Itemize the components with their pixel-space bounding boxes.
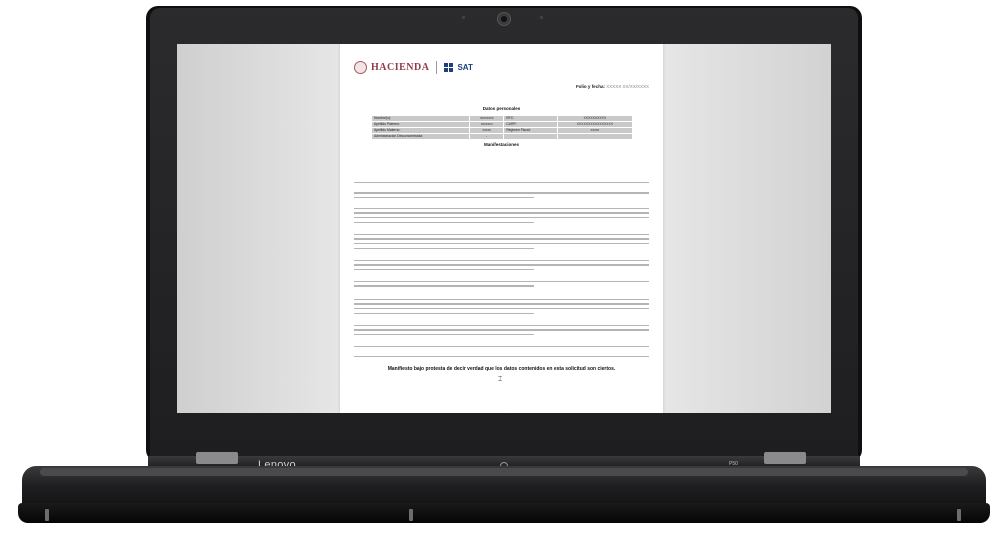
body-text-line (354, 233, 649, 236)
folio-date-label: Folio y fecha: (575, 84, 605, 89)
body-text-line (354, 238, 649, 240)
table-cell (556, 133, 634, 140)
body-text-line (354, 269, 534, 271)
sat-logo-text: SAT (457, 62, 473, 72)
text-cursor-icon: ⌶ (498, 376, 503, 383)
body-text-line (354, 212, 649, 214)
personal-data-table: Nombre(s): xxxxxxxx RFC: XXXXXXXXXX Apel… (370, 115, 634, 140)
body-text-line (354, 312, 534, 314)
laptop-foot (45, 509, 49, 521)
document-page[interactable]: HACIENDA SAT Folio y fecha: XXXXX XX/XX/… (340, 44, 663, 413)
folio-date: Folio y fecha: XXXXX XX/XX/XXXX (576, 84, 649, 89)
table-cell: - (469, 133, 505, 140)
personal-data-title: Datos personales (482, 106, 521, 111)
microphone-dot (462, 16, 465, 19)
body-text-line (354, 259, 649, 262)
body-text-line (354, 308, 649, 310)
body-text-line (354, 298, 649, 301)
logo-divider (436, 60, 438, 74)
government-seal-icon (354, 60, 367, 74)
body-text-line (354, 196, 534, 199)
body-text-line (354, 303, 649, 305)
body-text-line (354, 356, 649, 358)
viewer-background-left (177, 44, 340, 413)
laptop-screen: HACIENDA SAT Folio y fecha: XXXXX XX/XX/… (177, 44, 831, 413)
body-text-line (354, 217, 649, 219)
document-header-logos: HACIENDA SAT (354, 59, 473, 75)
webcam-icon (497, 12, 511, 26)
hinge-cover-right (764, 452, 806, 464)
sat-logo-icon (444, 62, 454, 72)
body-text-line (354, 285, 534, 287)
laptop-base-top-edge (40, 468, 968, 476)
laptop-foot (957, 509, 961, 521)
manifestations-title: Manifestaciones (483, 142, 519, 147)
hinge-cover-left (196, 452, 238, 464)
body-text-line (354, 280, 649, 282)
final-statement: Manifiesto bajo protesta de decir verdad… (387, 366, 616, 372)
table-cell (503, 133, 558, 140)
body-text-line (354, 247, 534, 249)
laptop-base-front (18, 503, 990, 523)
viewer-background-right (663, 44, 831, 413)
table-row: Administración Desconcentrada: - (370, 133, 634, 140)
body-text-line (354, 192, 649, 194)
laptop-foot (409, 509, 413, 521)
body-text-line (354, 221, 534, 223)
body-text-line (354, 345, 649, 347)
folio-date-value: XXXXX XX/XX/XXXX (606, 84, 649, 89)
hacienda-logo-text: HACIENDA (371, 61, 430, 73)
microphone-dot (540, 16, 543, 19)
body-text-line (354, 243, 649, 245)
body-text-line (354, 324, 649, 327)
body-text-line (354, 329, 649, 331)
body-text-line (354, 207, 649, 210)
table-cell: Administración Desconcentrada: (370, 133, 471, 140)
body-text-line (354, 181, 649, 184)
body-text-line (354, 264, 649, 266)
body-text-line (354, 334, 534, 336)
